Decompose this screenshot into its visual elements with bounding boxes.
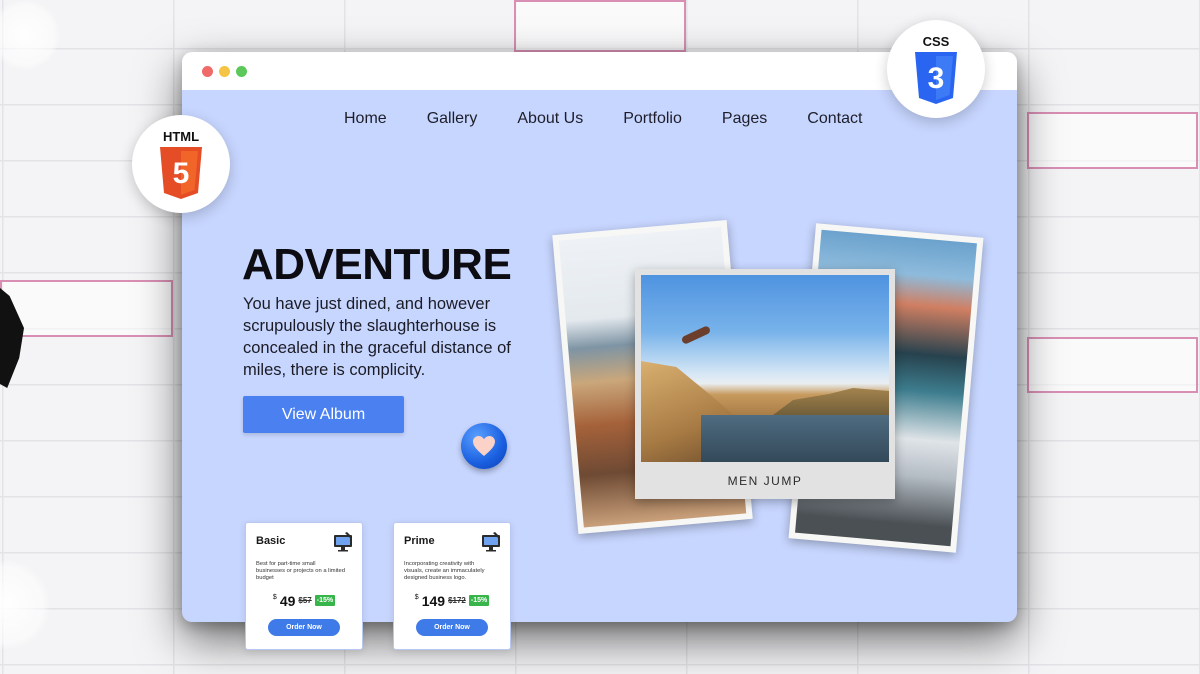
plan-price: 49 [279, 592, 296, 609]
highlighted-grid-cell [514, 0, 686, 52]
hero-description: You have just dined, and however scrupul… [243, 295, 511, 379]
nav-contact[interactable]: Contact [807, 110, 862, 128]
heart-icon[interactable] [461, 423, 507, 469]
featured-image [641, 275, 889, 462]
discount-badge: -15% [468, 595, 490, 607]
cliff-shape [769, 388, 889, 418]
highlighted-grid-cell [1027, 112, 1198, 169]
plan-description: Best for part-time small businesses or p… [256, 561, 345, 582]
html5-badge: HTML 5 [132, 115, 230, 213]
design-monitor-icon [334, 532, 352, 552]
water-shape [701, 415, 889, 462]
minimize-dot[interactable] [219, 65, 230, 77]
hero-title: ADVENTURE [242, 240, 512, 289]
pricing-card-prime: Prime Incorporating creativity with visu… [393, 522, 511, 650]
currency-symbol: $ [414, 593, 419, 601]
nav-gallery[interactable]: Gallery [427, 110, 478, 128]
order-now-button[interactable]: Order Now [416, 618, 488, 636]
nav-pages[interactable]: Pages [722, 110, 767, 128]
css3-badge: CSS 3 [887, 20, 985, 118]
css3-number: 3 [928, 62, 945, 95]
plan-description: Incorporating creativity with visuals, c… [404, 561, 485, 582]
main-nav: Home Gallery About Us Portfolio Pages Co… [344, 110, 902, 128]
highlighted-grid-cell [0, 280, 173, 337]
order-now-button[interactable]: Order Now [268, 618, 340, 636]
highlighted-grid-cell [1027, 337, 1198, 393]
maximize-dot[interactable] [236, 65, 247, 77]
jumper-figure [680, 325, 712, 345]
design-monitor-icon [482, 532, 500, 552]
pricing-card-basic: Basic Best for part-time small businesse… [245, 522, 363, 650]
heart-shape [473, 436, 495, 456]
old-price: $57 [298, 596, 312, 606]
old-price: $172 [448, 596, 466, 606]
price-row: $ 49 $57 -15% [256, 593, 352, 609]
html5-number: 5 [173, 157, 190, 190]
plan-price: 149 [421, 592, 446, 609]
gallery-photo-featured[interactable]: MEN JUMP [635, 269, 895, 499]
css3-shield-icon: 3 [915, 52, 957, 104]
photo-caption: MEN JUMP [727, 473, 803, 488]
nav-about-us[interactable]: About Us [517, 110, 583, 128]
nav-portfolio[interactable]: Portfolio [623, 110, 682, 128]
html5-shield-icon: 5 [160, 147, 202, 199]
nav-home[interactable]: Home [344, 110, 387, 128]
price-row: $ 149 $172 -15% [404, 593, 500, 609]
css-label: CSS [922, 34, 950, 49]
currency-symbol: $ [272, 593, 277, 601]
discount-badge: -15% [314, 595, 336, 607]
html-label: HTML [162, 129, 200, 144]
close-dot[interactable] [202, 65, 213, 77]
view-album-button[interactable]: View Album [243, 396, 404, 433]
